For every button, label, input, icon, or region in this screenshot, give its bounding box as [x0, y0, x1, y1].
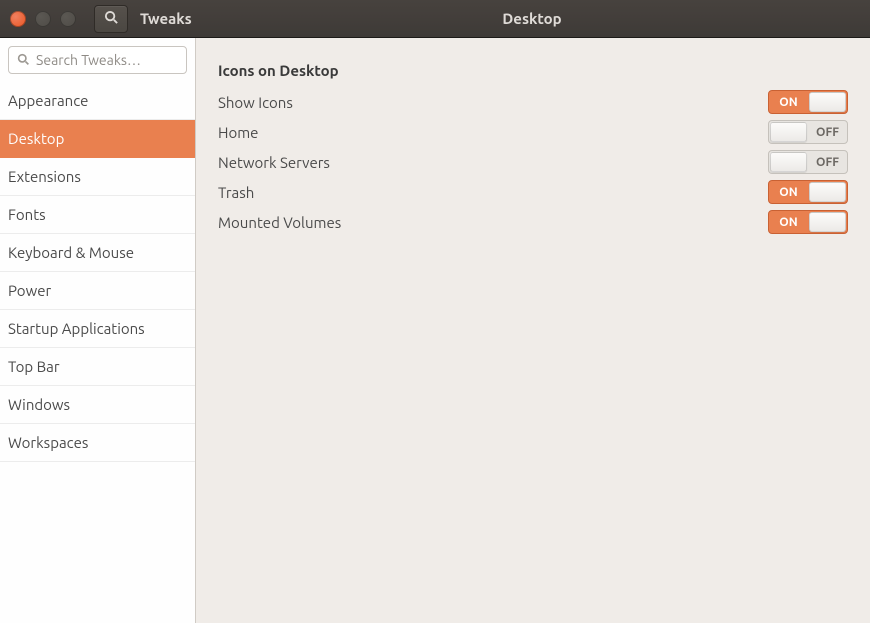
toggle-home[interactable]: ONOFF — [768, 120, 848, 144]
sidebar-list: Appearance Desktop Extensions Fonts Keyboard… — [0, 82, 195, 462]
sidebar: Search Tweaks… Appearance Desktop Extensio… — [0, 38, 196, 623]
app-title: Tweaks — [140, 10, 234, 27]
sidebar-item-power[interactable]: Power — [0, 272, 195, 310]
window-controls — [0, 11, 86, 27]
switch-on-label: ON — [769, 91, 808, 113]
window: Tweaks Desktop Search Tweaks… Appearance… — [0, 0, 870, 623]
sidebar-item-top-bar[interactable]: Top Bar — [0, 348, 195, 386]
setting-label: Network Servers — [218, 154, 330, 171]
section-title: Icons on Desktop — [218, 62, 848, 79]
search-icon — [104, 10, 119, 28]
sidebar-item-fonts[interactable]: Fonts — [0, 196, 195, 234]
sidebar-item-workspaces[interactable]: Workspaces — [0, 424, 195, 462]
sidebar-item-label: Windows — [8, 396, 70, 413]
search-icon — [17, 52, 30, 69]
setting-label: Mounted Volumes — [218, 214, 341, 231]
setting-label: Trash — [218, 184, 254, 201]
setting-row-trash: Trash ONOFF — [218, 177, 848, 207]
sidebar-item-appearance[interactable]: Appearance — [0, 82, 195, 120]
search-input[interactable]: Search Tweaks… — [8, 46, 187, 74]
toggle-network-servers[interactable]: ONOFF — [768, 150, 848, 174]
settings-rows: Show IconsONOFFHomeONOFFNetwork ServersO… — [218, 87, 848, 237]
sidebar-item-label: Top Bar — [8, 358, 60, 375]
switch-knob — [809, 92, 846, 112]
switch-knob — [770, 122, 807, 142]
sidebar-item-keyboard-mouse[interactable]: Keyboard & Mouse — [0, 234, 195, 272]
body: Search Tweaks… Appearance Desktop Extensio… — [0, 38, 870, 623]
sidebar-item-windows[interactable]: Windows — [0, 386, 195, 424]
maximize-icon[interactable] — [60, 11, 76, 27]
setting-row-show-icons: Show Icons ONOFF — [218, 87, 848, 117]
sidebar-item-label: Startup Applications — [8, 320, 145, 337]
toggle-mounted-volumes[interactable]: ONOFF — [768, 210, 848, 234]
page-title: Desktop — [234, 10, 870, 27]
switch-knob — [770, 152, 807, 172]
close-icon[interactable] — [10, 11, 26, 27]
sidebar-item-label: Desktop — [8, 130, 64, 147]
switch-knob — [809, 182, 846, 202]
setting-label: Home — [218, 124, 258, 141]
setting-label: Show Icons — [218, 94, 293, 111]
search-placeholder: Search Tweaks… — [36, 52, 141, 68]
setting-row-network-servers: Network Servers ONOFF — [218, 147, 848, 177]
minimize-icon[interactable] — [35, 11, 51, 27]
sidebar-item-label: Power — [8, 282, 51, 299]
sidebar-item-label: Extensions — [8, 168, 81, 185]
titlebar: Tweaks Desktop — [0, 0, 870, 38]
sidebar-item-label: Fonts — [8, 206, 46, 223]
switch-off-label: OFF — [808, 121, 847, 143]
sidebar-item-extensions[interactable]: Extensions — [0, 158, 195, 196]
setting-row-mounted-volumes: Mounted Volumes ONOFF — [218, 207, 848, 237]
content: Icons on Desktop Show IconsONOFFHomeONOF… — [196, 38, 870, 623]
search-wrap: Search Tweaks… — [0, 38, 195, 82]
sidebar-item-label: Keyboard & Mouse — [8, 244, 134, 261]
toggle-show-icons[interactable]: ONOFF — [768, 90, 848, 114]
switch-on-label: ON — [769, 181, 808, 203]
setting-row-home: Home ONOFF — [218, 117, 848, 147]
sidebar-item-label: Workspaces — [8, 434, 88, 451]
search-button[interactable] — [94, 5, 128, 33]
switch-off-label: OFF — [808, 151, 847, 173]
switch-on-label: ON — [769, 211, 808, 233]
sidebar-item-label: Appearance — [8, 92, 88, 109]
toggle-trash[interactable]: ONOFF — [768, 180, 848, 204]
sidebar-item-desktop[interactable]: Desktop — [0, 120, 195, 158]
sidebar-item-startup-applications[interactable]: Startup Applications — [0, 310, 195, 348]
switch-knob — [809, 212, 846, 232]
